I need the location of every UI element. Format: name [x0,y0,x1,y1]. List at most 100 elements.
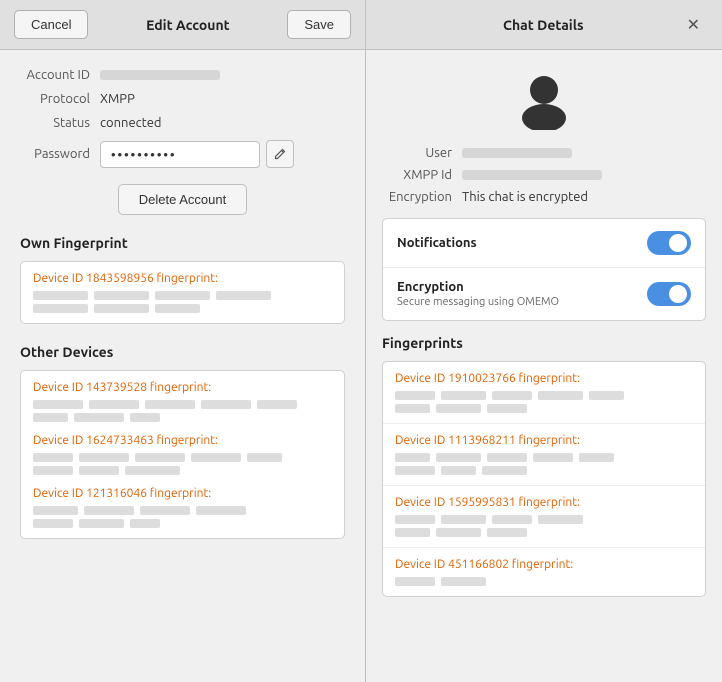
left-header: Cancel Edit Account Save [0,0,365,50]
protocol-row: Protocol XMPP [20,92,345,106]
fp-chunk [492,515,532,524]
fp-chunk [155,291,210,300]
delete-account-button[interactable]: Delete Account [118,184,247,215]
encryption-toggle[interactable] [647,282,691,306]
fp-row [395,404,693,413]
fp-row [33,400,332,409]
notifications-label: Notifications [397,236,477,250]
encryption-slider [647,282,691,306]
device-line-0: Device ID 143739528 fingerprint: [33,381,332,394]
fp-chunk [216,291,271,300]
fp-chunk [436,404,481,413]
fp-chunk [79,466,119,475]
fp-item-rows-3 [395,577,693,586]
password-field-group [100,140,294,168]
status-value: connected [100,116,162,130]
own-fp-rows [33,291,332,313]
fp-chunk [436,528,481,537]
pencil-icon [273,147,287,161]
avatar-area [382,66,706,130]
fp-chunk [130,413,160,422]
fp-chunk [395,404,430,413]
save-button[interactable]: Save [287,10,351,39]
fp-row [395,515,693,524]
notifications-left: Notifications [397,236,477,250]
fp-chunk [155,304,200,313]
fp-chunk [257,400,297,409]
fp-chunk [135,453,185,462]
cancel-button[interactable]: Cancel [14,10,88,39]
protocol-label: Protocol [20,92,100,106]
fp-chunk [482,466,527,475]
fp-chunk [395,577,435,586]
fp-chunk [79,519,124,528]
left-panel: Cancel Edit Account Save Account ID Prot… [0,0,366,682]
fp-row [395,453,693,462]
device-line-1: Device ID 1624733463 fingerprint: [33,434,332,447]
fp-chunk [33,453,73,462]
fp-chunk [441,466,476,475]
right-header: Chat Details ✕ [366,0,722,50]
close-button[interactable]: ✕ [681,13,706,37]
fp-row [395,391,693,400]
password-label: Password [20,147,100,161]
fp-item-rows-1 [395,453,693,475]
fp-chunk [196,506,246,515]
fp-item-device-line-1: Device ID 1113968211 fingerprint: [395,434,693,447]
fp-chunk [487,404,527,413]
fp-chunk [538,515,583,524]
fp-chunk [33,400,83,409]
notifications-toggle[interactable] [647,231,691,255]
fp-chunk [395,528,430,537]
device-line-2: Device ID 121316046 fingerprint: [33,487,332,500]
own-fingerprint-box: Device ID 1843598956 fingerprint: [20,261,345,324]
account-id-row: Account ID [20,68,345,82]
fp-chunk [395,391,435,400]
user-row: User [382,146,706,160]
encryption-toggle-sublabel: Secure messaging using OMEMO [397,296,559,308]
fp-row [395,577,693,586]
xmpp-id-value [462,170,602,180]
edit-password-button[interactable] [266,140,294,168]
status-row: Status connected [20,116,345,130]
password-input[interactable] [100,141,260,168]
fp-row [33,466,332,475]
encryption-toggle-row: Encryption Secure messaging using OMEMO [383,267,705,320]
fp-chunk [492,391,532,400]
fp-chunk [191,453,241,462]
fp-row [33,519,332,528]
fp-chunk [33,519,73,528]
encryption-toggle-label: Encryption [397,280,559,294]
fp-chunk [145,400,195,409]
device-fp-rows-1 [33,453,332,475]
account-id-label: Account ID [20,68,100,82]
encryption-row: Encryption This chat is encrypted [382,190,706,204]
fp-chunk [94,291,149,300]
fp-row [395,528,693,537]
password-row: Password [20,140,345,168]
fp-row [395,466,693,475]
fingerprints-title: Fingerprints [382,335,706,351]
fp-chunk [395,515,435,524]
avatar [512,66,576,130]
delete-button-row: Delete Account [20,184,345,215]
fp-chunk [579,453,614,462]
fp-row [33,453,332,462]
fp-chunk [247,453,282,462]
fp-chunk [441,577,486,586]
fp-chunk [395,466,435,475]
fp-chunk [487,528,527,537]
other-devices-box: Device ID 143739528 fingerprint: Device … [20,370,345,539]
edit-account-title: Edit Account [146,17,230,33]
fp-chunk [589,391,624,400]
own-fp-device-line: Device ID 1843598956 fingerprint: [33,272,332,285]
other-devices-title: Other Devices [20,344,345,360]
fp-item-0: Device ID 1910023766 fingerprint: [383,362,705,424]
device-fp-rows-0 [33,400,332,422]
encryption-value: This chat is encrypted [462,190,588,204]
fp-chunk [436,453,481,462]
own-fp-row-1 [33,291,332,300]
fp-item-device-line-2: Device ID 1595995831 fingerprint: [395,496,693,509]
fp-chunk [74,413,124,422]
right-content: User XMPP Id Encryption This chat is enc… [366,50,722,682]
